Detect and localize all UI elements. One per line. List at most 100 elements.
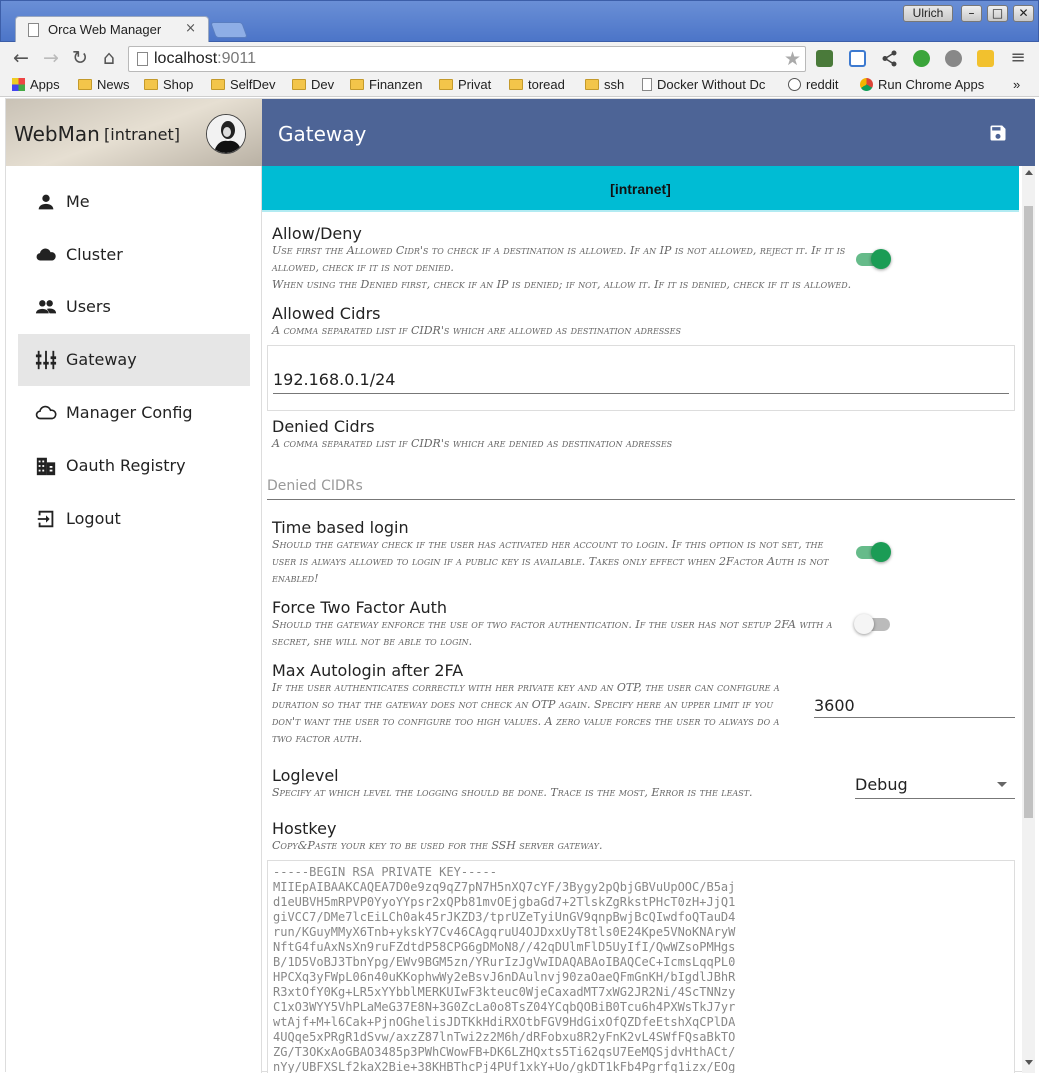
menu-icon[interactable]: ≡ <box>1007 48 1029 68</box>
sidebar-item-logout[interactable]: Logout <box>18 493 250 545</box>
browser-toolbar: ← → ↻ ⌂ localhost:9011 ★ ≡ <box>0 42 1039 75</box>
page-icon <box>28 23 39 37</box>
denied-cidrs-title: Denied Cidrs <box>272 417 375 436</box>
page-icon <box>642 78 652 91</box>
sidebar-item-me[interactable]: Me <box>18 176 250 228</box>
bookmark-page[interactable]: Docker Without Dc <box>642 77 777 92</box>
hostkey-textarea[interactable]: -----BEGIN RSA PRIVATE KEY----- MIIEpAIB… <box>267 860 1015 1073</box>
max-autologin-title: Max Autologin after 2FA <box>272 661 464 680</box>
brand-name: WebMan <box>14 122 100 146</box>
toggle-knob <box>871 542 891 562</box>
extension-icon[interactable] <box>816 50 833 67</box>
minimize-button[interactable]: – <box>961 5 982 22</box>
force-2fa-title: Force Two Factor Auth <box>272 598 448 617</box>
browser-tab[interactable]: Orca Web Manager × <box>15 16 209 44</box>
scroll-up-icon[interactable] <box>1025 170 1033 175</box>
select-underline <box>855 798 1015 799</box>
bookmark-apps[interactable]: Apps <box>12 77 60 92</box>
time-based-login-description: Should the gateway check if the user has… <box>272 538 829 585</box>
page-info-icon <box>137 52 148 66</box>
bookmark-folder[interactable]: Dev <box>292 77 334 92</box>
chevron-down-icon[interactable] <box>997 782 1007 787</box>
bookmark-star-icon[interactable]: ★ <box>784 48 801 70</box>
forward-icon[interactable]: → <box>40 48 62 68</box>
sidebar: Me Cluster Users Gateway Manager Config … <box>6 166 262 1073</box>
bookmark-folder[interactable]: Shop <box>144 77 193 92</box>
folder-icon <box>292 79 306 90</box>
bookmark-folder[interactable]: SelfDev <box>211 77 276 92</box>
max-autologin-input[interactable]: 3600 <box>814 696 855 715</box>
bookmark-folder[interactable]: Finanzen <box>350 77 422 92</box>
share-icon[interactable] <box>881 50 898 67</box>
adblock-icon[interactable] <box>945 50 962 67</box>
close-window-button[interactable]: ✕ <box>1013 5 1034 22</box>
url-text: localhost:9011 <box>154 50 257 67</box>
reddit-icon <box>788 78 801 91</box>
bookmarks-bar: Apps News Shop SelfDev Dev Finanzen Priv… <box>0 75 1039 97</box>
denied-cidrs-description: A comma separated list if CIDR's which a… <box>272 437 673 450</box>
input-underline <box>267 499 1015 500</box>
bookmark-folder[interactable]: Privat <box>439 77 491 92</box>
back-icon[interactable]: ← <box>10 48 32 68</box>
bookmark-folder[interactable]: toread <box>509 77 565 92</box>
toggle-knob <box>854 614 874 634</box>
allowed-cidrs-input[interactable]: 192.168.0.1/24 <box>273 370 395 389</box>
allowed-cidrs-box: 192.168.0.1/24 <box>267 345 1015 411</box>
save-icon[interactable] <box>988 123 1008 143</box>
new-tab-button[interactable] <box>210 22 248 38</box>
reload-icon[interactable]: ↻ <box>69 48 91 68</box>
loglevel-select[interactable]: Debug <box>855 775 908 794</box>
max-autologin-description: If the user authenticates correctly with… <box>272 681 780 745</box>
address-bar[interactable]: localhost:9011 ★ <box>128 46 806 72</box>
avatar[interactable] <box>206 114 246 154</box>
group-icon <box>35 300 57 314</box>
folder-icon <box>439 79 453 90</box>
maximize-button[interactable]: □ <box>987 5 1008 22</box>
sidebar-item-oauth-registry[interactable]: Oauth Registry <box>18 440 250 492</box>
bookmark-folder[interactable]: News <box>78 77 130 92</box>
tab-close-icon[interactable]: × <box>185 21 196 36</box>
loglevel-description: Specify at which level the logging shoul… <box>272 786 753 799</box>
sidebar-item-label: Cluster <box>66 245 123 264</box>
allow-deny-toggle[interactable] <box>854 248 892 270</box>
force-2fa-description: Should the gateway enforce the use of tw… <box>272 618 833 648</box>
bookmark-page[interactable]: Run Chrome Apps <box>860 77 984 92</box>
force-2fa-toggle[interactable] <box>854 613 892 635</box>
person-icon <box>38 194 54 210</box>
hostkey-title: Hostkey <box>272 819 337 838</box>
web-manager-app: WebMan [intranet] Gateway Me Cluster Use… <box>5 98 1035 1073</box>
allow-deny-title: Allow/Deny <box>272 224 362 243</box>
sidebar-item-cluster[interactable]: Cluster <box>18 229 250 281</box>
cloud-icon <box>36 248 56 261</box>
scrollbar[interactable] <box>1022 166 1035 1073</box>
sidebar-item-manager-config[interactable]: Manager Config <box>18 387 250 439</box>
evernote-icon[interactable] <box>913 50 930 67</box>
time-based-login-toggle[interactable] <box>854 541 892 563</box>
sidebar-item-label: Logout <box>66 509 121 528</box>
denied-cidrs-input[interactable]: Denied CIDRs <box>267 478 363 494</box>
sidebar-item-users[interactable]: Users <box>18 281 250 333</box>
scroll-down-icon[interactable] <box>1025 1060 1033 1065</box>
page-title: Gateway <box>278 122 367 146</box>
profile-button[interactable]: Ulrich <box>903 5 953 22</box>
bookmark-page[interactable]: reddit <box>788 77 839 92</box>
gateway-settings: [intranet] Allow/Deny Use first the Allo… <box>262 166 1035 1073</box>
allowed-cidrs-title: Allowed Cidrs <box>272 304 381 323</box>
sidebar-item-gateway[interactable]: Gateway <box>18 334 250 386</box>
input-underline <box>814 717 1015 718</box>
hostkey-text: -----BEGIN RSA PRIVATE KEY----- MIIEpAIB… <box>273 865 736 1073</box>
extension-star-icon[interactable] <box>977 50 994 67</box>
chrome-icon <box>860 78 873 91</box>
bookmarks-more-button[interactable]: » <box>1013 77 1020 92</box>
folder-icon <box>350 79 364 90</box>
screenshot-icon[interactable] <box>849 50 866 67</box>
browser-titlebar: Orca Web Manager × Ulrich – □ ✕ <box>0 0 1039 44</box>
apps-icon <box>12 78 25 91</box>
home-icon[interactable]: ⌂ <box>98 48 120 68</box>
bookmark-folder[interactable]: ssh <box>585 77 624 92</box>
scrollbar-thumb[interactable] <box>1024 206 1033 818</box>
tune-icon <box>35 350 57 370</box>
sidebar-item-label: Manager Config <box>66 403 193 422</box>
tab-title: Orca Web Manager <box>48 22 162 37</box>
folder-icon <box>211 79 225 90</box>
